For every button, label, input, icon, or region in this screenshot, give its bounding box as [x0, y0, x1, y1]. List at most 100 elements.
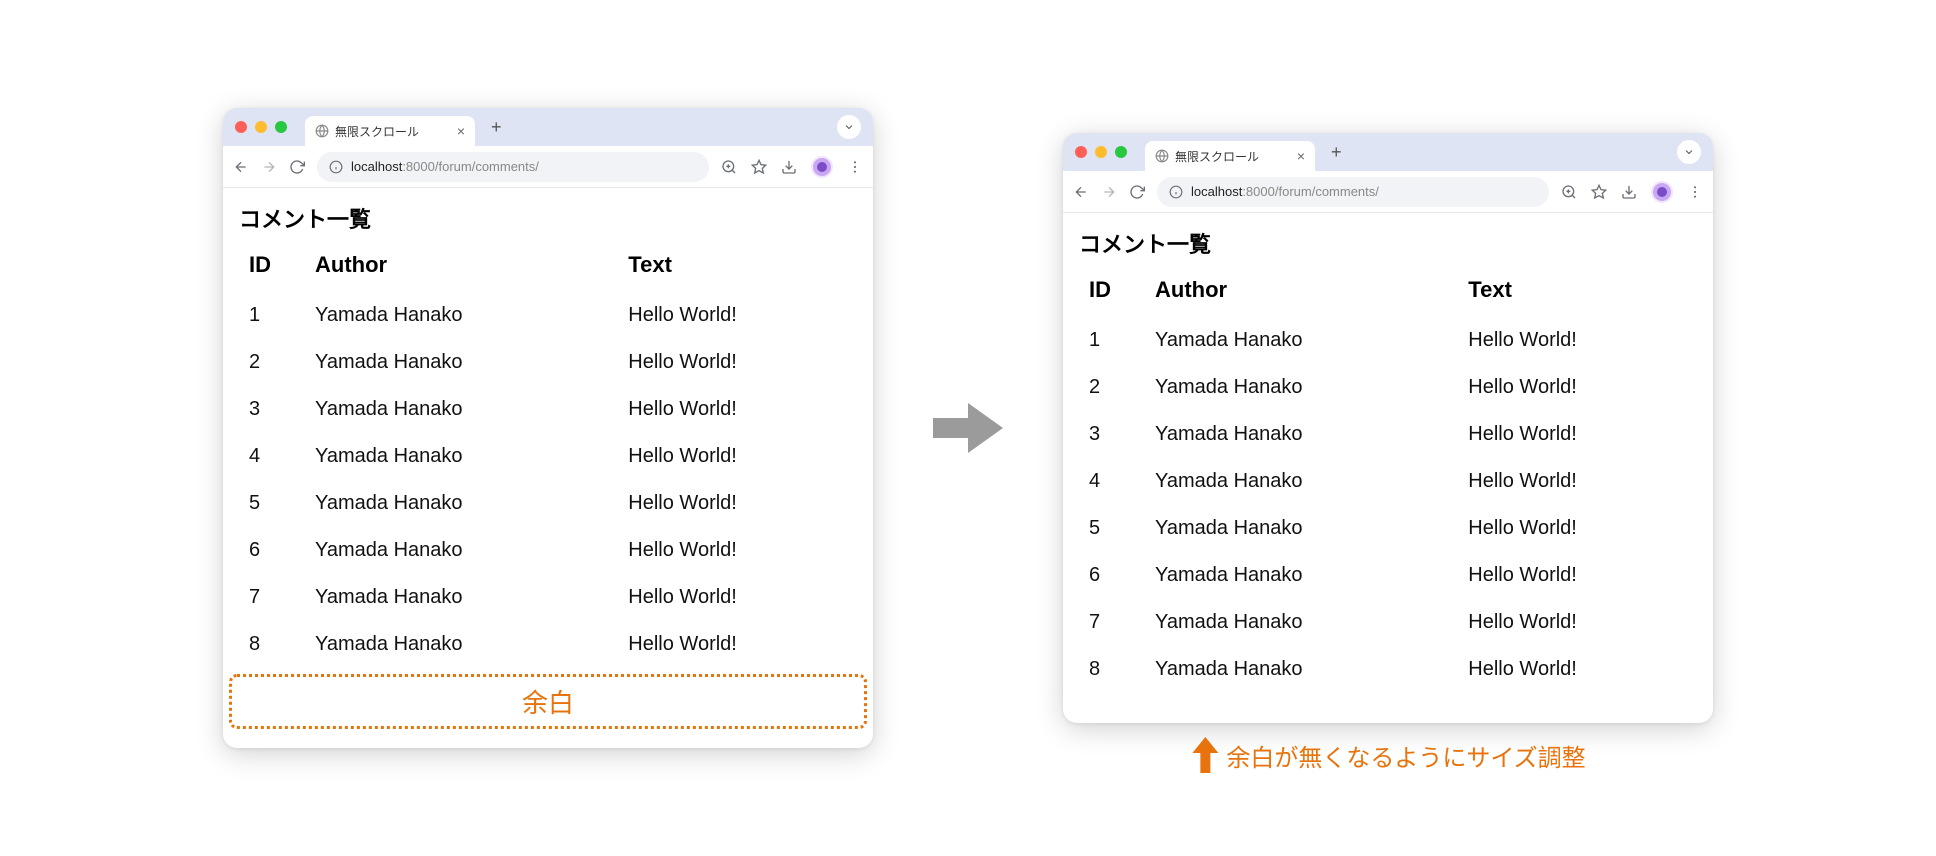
browser-window-after: 無限スクロール × + localhost: [1063, 133, 1713, 723]
table-row: 3Yamada HanakoHello World! [237, 386, 859, 433]
table-row: 7Yamada HanakoHello World! [1077, 599, 1699, 646]
cell-id: 4 [237, 433, 307, 480]
zoom-icon[interactable] [721, 159, 737, 175]
cell-id: 2 [1077, 364, 1147, 411]
col-author: Author [1147, 271, 1460, 317]
cell-author: Yamada Hanako [1147, 458, 1460, 505]
maximize-window-button[interactable] [275, 121, 287, 133]
cell-text: Hello World! [1460, 505, 1699, 552]
cell-author: Yamada Hanako [1147, 317, 1460, 364]
browser-window-before: 無限スクロール × + localhost:8000/forum/comment… [223, 108, 873, 748]
table-row: 4Yamada HanakoHello World! [237, 433, 859, 480]
cell-text: Hello World! [620, 574, 859, 621]
tabs-overflow-button[interactable] [837, 115, 861, 139]
table-body-left: 1Yamada HanakoHello World!2Yamada Hanako… [237, 292, 859, 668]
page-heading: コメント一覧 [1079, 227, 1699, 259]
profile-avatar[interactable] [811, 156, 833, 178]
cell-author: Yamada Hanako [1147, 599, 1460, 646]
cell-id: 1 [1077, 317, 1147, 364]
close-tab-icon[interactable]: × [457, 124, 465, 138]
toolbar: localhost:8000/forum/comments/ [1063, 171, 1713, 213]
reload-button[interactable] [289, 159, 305, 175]
bookmark-icon[interactable] [1591, 184, 1607, 200]
table-header-row: ID Author Text [1077, 271, 1699, 317]
browser-tab[interactable]: 無限スクロール × [305, 116, 475, 146]
new-tab-button[interactable]: + [491, 117, 502, 138]
col-id: ID [1077, 271, 1147, 317]
tabs-overflow-button[interactable] [1677, 140, 1701, 164]
cell-id: 6 [237, 527, 307, 574]
menu-icon[interactable] [847, 159, 863, 175]
cell-text: Hello World! [1460, 364, 1699, 411]
site-info-icon[interactable] [329, 160, 343, 174]
new-tab-button[interactable]: + [1331, 142, 1342, 163]
annotation-label: 余白が無くなるようにサイズ調整 [1190, 737, 1585, 773]
maximize-window-button[interactable] [1115, 146, 1127, 158]
cell-author: Yamada Hanako [307, 621, 620, 668]
cell-id: 7 [1077, 599, 1147, 646]
col-id: ID [237, 246, 307, 292]
address-bar[interactable]: localhost:8000/forum/comments/ [1157, 177, 1549, 207]
browser-tab[interactable]: 無限スクロール × [1145, 141, 1315, 171]
reload-button[interactable] [1129, 184, 1145, 200]
close-window-button[interactable] [1075, 146, 1087, 158]
back-button[interactable] [233, 159, 249, 175]
minimize-window-button[interactable] [1095, 146, 1107, 158]
margin-indicator: 余白 [229, 674, 867, 729]
annotation-text: 余白が無くなるようにサイズ調整 [1226, 738, 1585, 773]
cell-author: Yamada Hanako [307, 574, 620, 621]
cell-text: Hello World! [620, 621, 859, 668]
toolbar-actions [1561, 181, 1703, 203]
cell-text: Hello World! [620, 527, 859, 574]
cell-text: Hello World! [620, 386, 859, 433]
table-row: 2Yamada HanakoHello World! [237, 339, 859, 386]
tab-title: 無限スクロール [335, 123, 419, 140]
cell-author: Yamada Hanako [1147, 646, 1460, 693]
forward-button[interactable] [1101, 184, 1117, 200]
col-text: Text [1460, 271, 1699, 317]
bookmark-icon[interactable] [751, 159, 767, 175]
titlebar: 無限スクロール × + [1063, 133, 1713, 171]
globe-icon [1155, 149, 1169, 163]
table-row: 2Yamada HanakoHello World! [1077, 364, 1699, 411]
url-text: localhost:8000/forum/comments/ [351, 159, 539, 174]
table-row: 1Yamada HanakoHello World! [237, 292, 859, 339]
titlebar: 無限スクロール × + [223, 108, 873, 146]
menu-icon[interactable] [1687, 184, 1703, 200]
download-icon[interactable] [781, 159, 797, 175]
back-button[interactable] [1073, 184, 1089, 200]
zoom-icon[interactable] [1561, 184, 1577, 200]
cell-text: Hello World! [620, 292, 859, 339]
table-header-row: ID Author Text [237, 246, 859, 292]
arrow-right-icon [933, 398, 1003, 458]
cell-author: Yamada Hanako [307, 527, 620, 574]
site-info-icon[interactable] [1169, 185, 1183, 199]
cell-id: 8 [237, 621, 307, 668]
cell-author: Yamada Hanako [307, 386, 620, 433]
url-text: localhost:8000/forum/comments/ [1191, 184, 1379, 199]
cell-id: 5 [1077, 505, 1147, 552]
cell-author: Yamada Hanako [1147, 552, 1460, 599]
close-tab-icon[interactable]: × [1297, 149, 1305, 163]
cell-text: Hello World! [620, 339, 859, 386]
cell-text: Hello World! [620, 480, 859, 527]
minimize-window-button[interactable] [255, 121, 267, 133]
traffic-lights [235, 121, 287, 133]
cell-text: Hello World! [1460, 646, 1699, 693]
cell-author: Yamada Hanako [1147, 364, 1460, 411]
download-icon[interactable] [1621, 184, 1637, 200]
table-row: 7Yamada HanakoHello World! [237, 574, 859, 621]
cell-id: 6 [1077, 552, 1147, 599]
comments-table: ID Author Text 1Yamada HanakoHello World… [1077, 271, 1699, 693]
cell-id: 1 [237, 292, 307, 339]
table-row: 3Yamada HanakoHello World! [1077, 411, 1699, 458]
table-row: 5Yamada HanakoHello World! [1077, 505, 1699, 552]
profile-avatar[interactable] [1651, 181, 1673, 203]
cell-author: Yamada Hanako [307, 292, 620, 339]
table-row: 8Yamada HanakoHello World! [237, 621, 859, 668]
table-body-right: 1Yamada HanakoHello World!2Yamada Hanako… [1077, 317, 1699, 693]
close-window-button[interactable] [235, 121, 247, 133]
address-bar[interactable]: localhost:8000/forum/comments/ [317, 152, 709, 182]
forward-button[interactable] [261, 159, 277, 175]
table-row: 5Yamada HanakoHello World! [237, 480, 859, 527]
